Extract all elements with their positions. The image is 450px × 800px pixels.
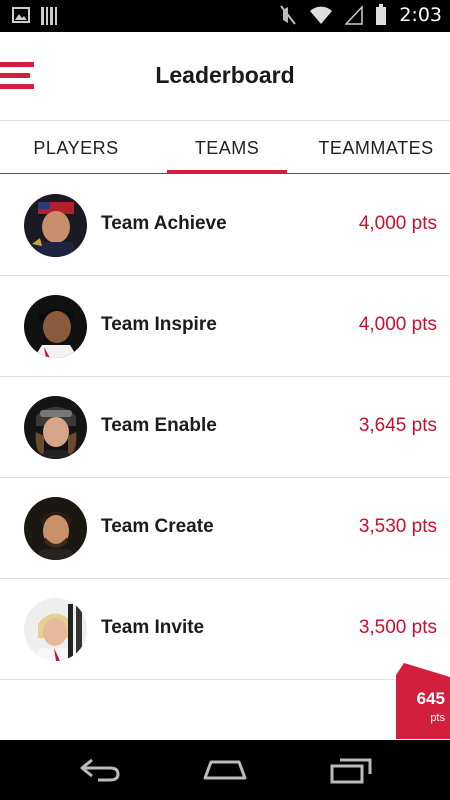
team-points: 3,530 pts — [358, 516, 437, 537]
avatar — [24, 598, 87, 661]
image-icon — [12, 6, 30, 26]
status-time: 2:03 — [399, 4, 442, 26]
team-name: Team Achieve — [101, 213, 227, 234]
list-item[interactable]: Team Inspire 4,000 pts — [0, 276, 450, 377]
tab-teams[interactable]: TEAMS — [152, 121, 302, 174]
back-icon[interactable] — [78, 756, 122, 789]
navigation-bar — [0, 740, 450, 800]
wifi-icon — [309, 5, 333, 25]
app-header: Leaderboard — [0, 32, 450, 120]
status-bar: 2:03 — [0, 0, 450, 32]
team-points: 4,000 pts — [358, 213, 437, 234]
score-value: 645 — [416, 689, 445, 708]
avatar — [24, 295, 87, 358]
list-item[interactable]: Team Achieve 4,000 pts — [0, 175, 450, 276]
team-name: Team Enable — [101, 415, 217, 436]
leaderboard-list: Team Achieve 4,000 pts Team Inspire 4,00… — [0, 175, 450, 680]
barcode-icon — [40, 6, 58, 26]
signal-icon — [345, 5, 364, 25]
tab-teammates[interactable]: TEAMMATES — [302, 121, 450, 173]
team-points: 4,000 pts — [358, 314, 437, 335]
team-name: Team Inspire — [101, 314, 217, 335]
score-unit: pts — [430, 712, 445, 724]
team-points: 3,645 pts — [358, 415, 437, 436]
team-name: Team Invite — [101, 617, 205, 638]
home-icon[interactable] — [201, 756, 249, 789]
tab-bar: PLAYERS TEAMS TEAMMATES — [0, 120, 450, 174]
page-title: Leaderboard — [155, 62, 295, 88]
list-item[interactable]: Team Invite 3,500 pts — [0, 579, 450, 680]
list-item[interactable]: Team Create 3,530 pts — [0, 478, 450, 579]
team-points: 3,500 pts — [358, 617, 437, 638]
battery-icon — [375, 4, 387, 26]
team-name: Team Create — [101, 516, 214, 537]
tab-players[interactable]: PLAYERS — [0, 121, 152, 173]
score-badge[interactable]: 645 pts — [396, 663, 450, 739]
avatar — [24, 396, 87, 459]
recents-icon[interactable] — [328, 756, 374, 789]
avatar — [24, 497, 87, 560]
avatar — [24, 194, 87, 257]
mute-icon — [279, 4, 297, 26]
list-item[interactable]: Team Enable 3,645 pts — [0, 377, 450, 478]
